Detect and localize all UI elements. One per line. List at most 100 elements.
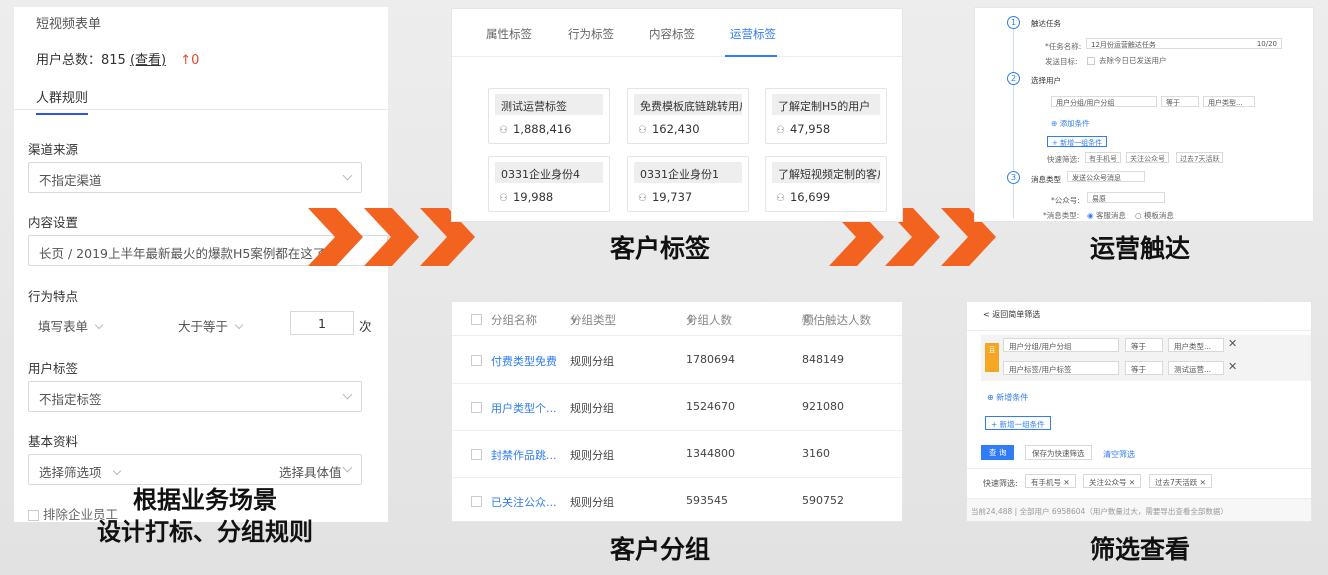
row-checkbox[interactable] <box>471 402 482 413</box>
step3-title: 消息类型 <box>1031 175 1061 184</box>
group-type: 规则分组 <box>570 355 614 368</box>
clear-filter-link[interactable]: 清空筛选 <box>1103 449 1135 460</box>
active-tab-indicator <box>725 55 777 57</box>
close-icon[interactable]: ✕ <box>1228 360 1237 373</box>
users-icon: ⚇ <box>638 125 647 136</box>
caption-groups: 客户分组 <box>609 535 710 564</box>
footer-summary: 当前24,488 | 全部用户 6958604（用户数量过大，需要导出查看全部数… <box>971 507 1228 516</box>
behavior-count-input[interactable]: 1 <box>290 311 354 335</box>
reach-count: 3160 <box>802 447 830 460</box>
quick-filter-tag[interactable]: 过去7天活跃 ✕ <box>1149 474 1212 488</box>
query-button[interactable]: 查 询 <box>981 445 1015 460</box>
row-checkbox[interactable] <box>471 355 482 366</box>
table-row[interactable]: 已关注公众... 规则分组 593545 590752 <box>452 478 902 521</box>
task-name-input[interactable]: 12月份运营触达任务 10/20 <box>1086 38 1282 49</box>
tab-operation[interactable]: 运营标签 <box>730 26 776 42</box>
table-row[interactable]: 付费类型免费 规则分组 1780694 848149 <box>452 337 902 384</box>
view-link[interactable]: (查看) <box>130 53 166 68</box>
tab-behavior[interactable]: 行为标签 <box>568 26 614 42</box>
col-group-name[interactable]: 分组名称 <box>491 312 537 328</box>
channel-value: 不指定渠道 <box>39 173 102 188</box>
channel-select[interactable]: 不指定渠道 <box>28 162 362 193</box>
msg-type-label: *消息类型: <box>1043 211 1080 220</box>
group-name-link[interactable]: 封禁作品跳... <box>491 447 557 463</box>
condition-field-select[interactable]: 用户标签/用户标签 <box>1003 361 1119 375</box>
close-icon[interactable]: ✕ <box>1129 478 1135 487</box>
condition-field-select[interactable]: 用户分组/用户分组 <box>1003 338 1119 352</box>
step-2-icon: 2 <box>1007 72 1020 85</box>
send-target-label: 发送目标: <box>1045 57 1078 66</box>
tag-card[interactable]: 了解短视频定制的客户 ⚇ 16,699 <box>765 156 887 212</box>
condition-op-select[interactable]: 等于 <box>1125 361 1163 375</box>
row-checkbox[interactable] <box>471 449 482 460</box>
message-type-select[interactable]: 发送公众号消息 <box>1067 171 1145 182</box>
user-group-select[interactable]: 用户分组/用户分组 <box>1051 96 1157 107</box>
quick-filter-tag[interactable]: 关注公众号 <box>1126 152 1169 163</box>
add-condition-link[interactable]: ⊕ 添加条件 <box>1051 118 1090 129</box>
table-row[interactable]: 封禁作品跳... 规则分组 1344800 3160 <box>452 431 902 478</box>
and-operator-pill[interactable]: 且 <box>985 343 999 372</box>
user-tag-label: 用户标签 <box>28 361 79 376</box>
caption-filter: 筛选查看 <box>1089 535 1190 564</box>
group-count: 1780694 <box>686 353 735 366</box>
back-to-simple-link[interactable]: < 返回简单筛选 <box>983 309 1040 320</box>
add-condition-link[interactable]: ⊕ 新增条件 <box>987 392 1028 403</box>
official-account-select[interactable]: 易原 <box>1087 192 1165 203</box>
tag-card[interactable]: 0331企业身份4 ⚇ 19,988 <box>488 156 610 212</box>
table-header: 分组名称 分组类型 ∨ 分组人数 ⇕ 预估触达人数 ⓘ ⇕ <box>452 302 902 336</box>
behavior-action-select[interactable]: 填写表单 <box>38 316 104 335</box>
add-group-button[interactable]: + 新增一组条件 <box>985 416 1051 430</box>
quick-filter-tag[interactable]: 关注公众号 ✕ <box>1083 474 1142 488</box>
row-checkbox[interactable] <box>471 496 482 507</box>
select-all-checkbox[interactable] <box>471 314 482 325</box>
tab-crowd-rules[interactable]: 人群规则 <box>36 87 89 115</box>
tag-card[interactable]: 免费模板底链跳转用户 ⚇ 162,430 <box>627 88 749 144</box>
add-group-condition-button[interactable]: + 新增一组条件 <box>1047 136 1108 147</box>
basic-value[interactable]: 选择具体值 <box>279 462 342 481</box>
content-label: 内容设置 <box>28 215 79 230</box>
tag-name: 了解定制H5的用户 <box>772 94 880 115</box>
condition-op-select[interactable]: 等于 <box>1125 338 1163 352</box>
close-icon[interactable]: ✕ <box>1063 478 1069 487</box>
tag-card[interactable]: 了解定制H5的用户 ⚇ 47,958 <box>765 88 887 144</box>
tag-card[interactable]: 测试运营标签 ⚇ 1,888,416 <box>488 88 610 144</box>
sort-icon: ⇕ <box>686 312 696 326</box>
close-icon[interactable]: ✕ <box>1228 337 1237 350</box>
close-icon[interactable]: ✕ <box>1200 478 1206 487</box>
group-count: 593545 <box>686 494 728 507</box>
tag-count: 1,888,416 <box>512 122 572 136</box>
behavior-op-select[interactable]: 大于等于 <box>178 316 244 335</box>
condition-value-select[interactable]: 用户类型... <box>1168 338 1224 352</box>
checkbox[interactable] <box>1087 57 1095 65</box>
equals-select[interactable]: 等于 <box>1161 96 1199 107</box>
send-target-checkbox[interactable]: 去除今日已发送用户 <box>1087 55 1167 66</box>
caption-left-line2: 设计打标、分组规则 <box>97 518 313 546</box>
chevron-down-icon <box>112 466 121 476</box>
step2-title: 选择用户 <box>1031 76 1061 85</box>
radio-icon: ○ <box>1135 211 1142 220</box>
save-quick-filter-button[interactable]: 保存为快速筛选 <box>1025 445 1092 460</box>
task-name-counter: 10/20 <box>1256 40 1277 48</box>
group-name-link[interactable]: 已关注公众... <box>491 494 557 510</box>
tab-content[interactable]: 内容标签 <box>649 26 695 42</box>
exclude-checkbox[interactable] <box>28 510 39 521</box>
msg-type-radio-a[interactable]: ◉ 客服消息 <box>1087 210 1126 221</box>
group-name-link[interactable]: 用户类型个... <box>491 400 557 416</box>
quick-filter-tag[interactable]: 有手机号 ✕ <box>1025 474 1076 488</box>
quick-filter-tag[interactable]: 有手机号 <box>1085 152 1121 163</box>
basic-filter-select[interactable]: 选择筛选项 选择具体值 <box>28 454 362 485</box>
user-type-select[interactable]: 用户类型... <box>1203 96 1255 107</box>
customer-tags-panel: 属性标签 行为标签 内容标签 运营标签 测试运营标签 ⚇ 1,888,416 免费… <box>451 8 903 222</box>
quick-filter-tag[interactable]: 过去7天活跃 <box>1176 152 1224 163</box>
tag-card[interactable]: 0331企业身份1 ⚇ 19,737 <box>627 156 749 212</box>
msg-type-radio-b[interactable]: ○ 模板消息 <box>1135 210 1174 221</box>
tag-count: 16,699 <box>789 190 831 204</box>
user-total-label: 用户总数：815 <box>36 53 126 68</box>
group-name-link[interactable]: 付费类型免费 <box>491 353 557 369</box>
condition-value-select[interactable]: 测试运营... <box>1168 361 1224 375</box>
behavior-label: 行为特点 <box>28 289 79 304</box>
step-line <box>1013 28 1014 218</box>
table-row[interactable]: 用户类型个... 规则分组 1524670 921080 <box>452 384 902 431</box>
tab-attribute[interactable]: 属性标签 <box>486 26 532 42</box>
user-tag-select[interactable]: 不指定标签 <box>28 381 362 412</box>
